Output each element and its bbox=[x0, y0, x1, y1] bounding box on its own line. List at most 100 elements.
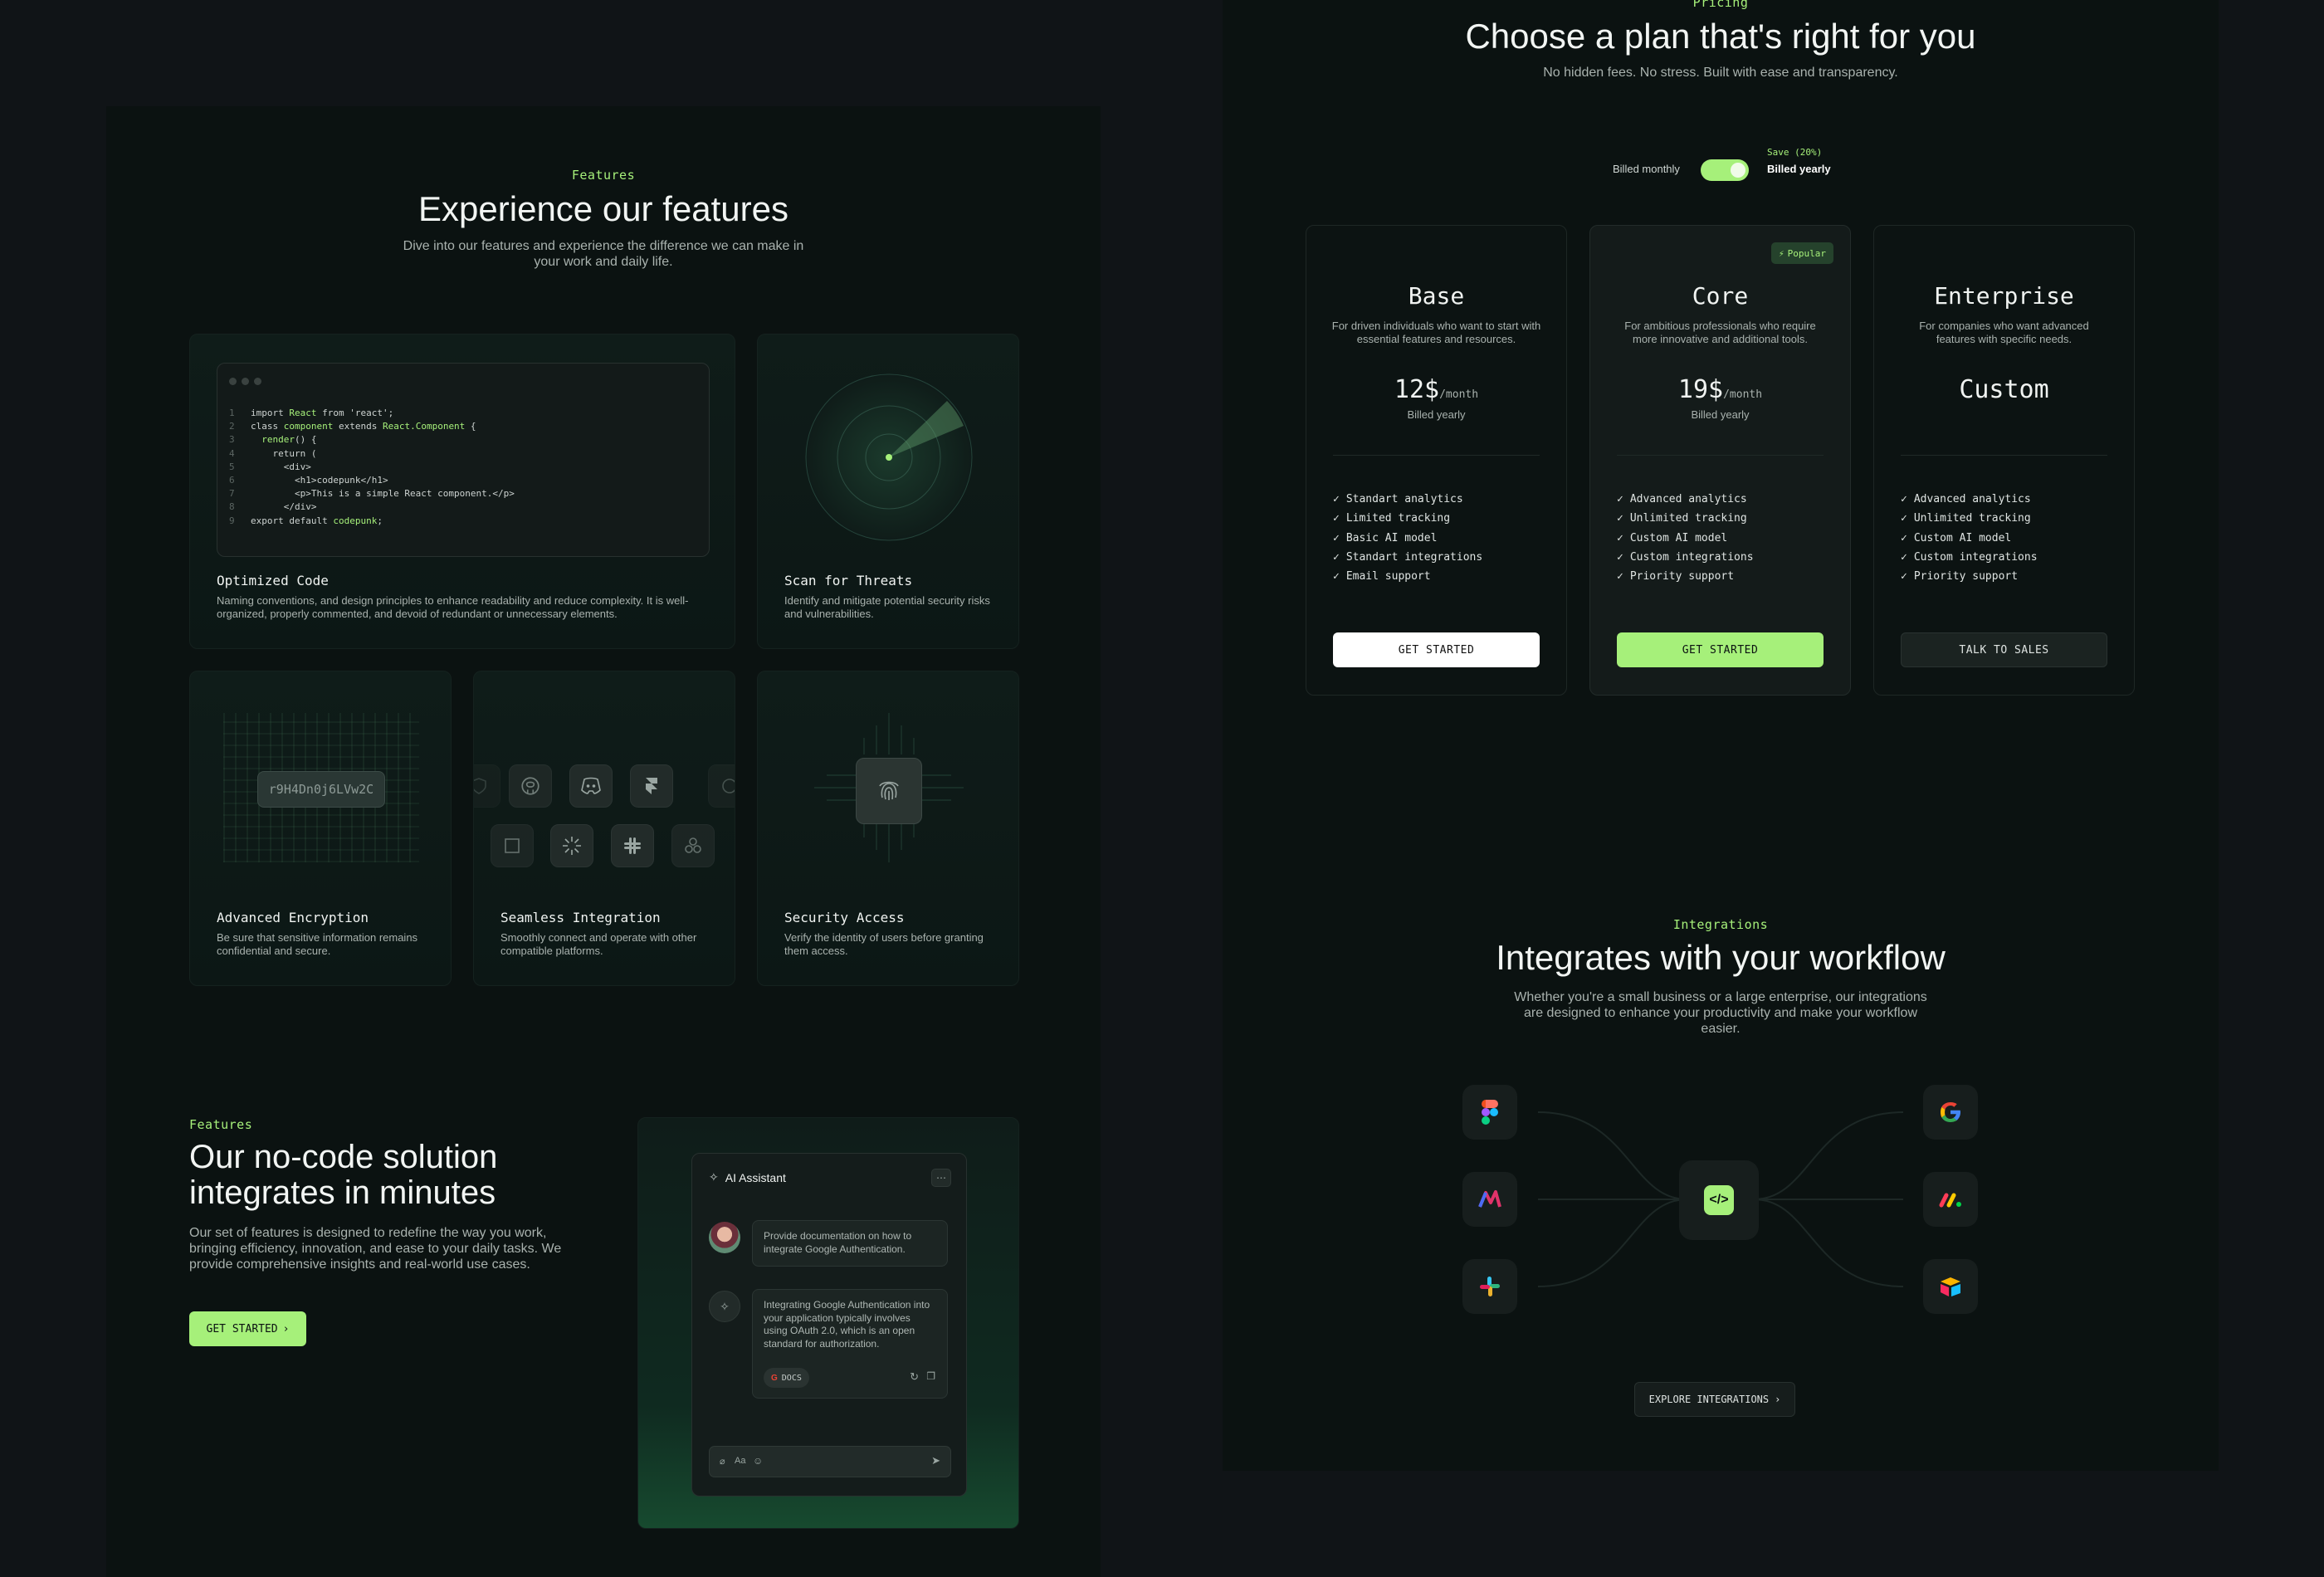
google-icon[interactable] bbox=[1923, 1085, 1978, 1140]
burst-icon bbox=[550, 824, 593, 867]
code-token: </div> bbox=[251, 501, 317, 513]
code-token: from 'react'; bbox=[316, 408, 394, 418]
monday-like-icon[interactable] bbox=[1462, 1172, 1517, 1227]
features-title: Experience our features bbox=[418, 189, 788, 228]
plan-name: Enterprise bbox=[1934, 282, 2074, 310]
feature-item: Custom AI model bbox=[1617, 529, 1754, 548]
popular-badge: ⚡ Popular bbox=[1771, 242, 1833, 264]
figma-icon[interactable] bbox=[1462, 1085, 1517, 1140]
line-number: 2 bbox=[229, 421, 235, 432]
bot-message: Integrating Google Authentication into y… bbox=[752, 1289, 948, 1399]
code-token: import bbox=[251, 408, 290, 418]
code-line: 6 <h1>codepunk</h1> bbox=[229, 474, 515, 487]
line-number: 3 bbox=[229, 434, 235, 446]
nocode-title: Our no-code solution integrates in minut… bbox=[189, 1140, 497, 1211]
card-title: Optimized Code bbox=[217, 573, 329, 588]
nocode-get-started-button[interactable]: GET STARTED › bbox=[189, 1311, 306, 1346]
card-title: Security Access bbox=[784, 910, 905, 925]
card-title: Advanced Encryption bbox=[217, 910, 369, 925]
divider bbox=[1333, 455, 1540, 456]
feature-card-optimized-code: 1 import React from 'react'; 2 class compon… bbox=[189, 334, 735, 649]
save-badge: Save (20%) bbox=[1767, 147, 1823, 158]
line-number: 4 bbox=[229, 447, 235, 459]
ai-assistant-window: ✧ AI Assistant ⋯ Provide documentation o… bbox=[691, 1153, 967, 1496]
feature-item: Advanced analytics bbox=[1617, 490, 1754, 509]
format-text-icon[interactable]: Aa bbox=[735, 1456, 745, 1466]
line-number: 7 bbox=[229, 488, 235, 500]
plan-card-core: ⚡ Popular Core For ambitious professional… bbox=[1589, 225, 1851, 696]
feature-item: Unlimited tracking bbox=[1901, 509, 2038, 528]
chat-input[interactable]: ⌀ Aa ☺ ➤ bbox=[709, 1446, 951, 1477]
code-token: extends bbox=[333, 421, 383, 432]
plan-desc: For ambitious professionals who require … bbox=[1624, 320, 1816, 346]
nocode-title-line: integrates in minutes bbox=[189, 1174, 496, 1211]
plan-billing: Billed yearly bbox=[1691, 408, 1750, 421]
card-title: Scan for Threats bbox=[784, 573, 913, 588]
user-message: Provide documentation on how to integrat… bbox=[752, 1220, 948, 1267]
card-title: Seamless Integration bbox=[500, 910, 661, 925]
base-get-started-button[interactable]: GET STARTED bbox=[1333, 632, 1540, 667]
price-period: /month bbox=[1723, 388, 1763, 401]
refresh-icon[interactable]: ↻ bbox=[910, 1370, 919, 1384]
plan-price: Custom bbox=[1959, 375, 2049, 404]
github-icon bbox=[509, 764, 552, 808]
feature-item: Custom integrations bbox=[1617, 548, 1754, 567]
bot-message-text: Integrating Google Authentication into y… bbox=[764, 1299, 930, 1350]
grid-app-icon bbox=[491, 824, 534, 867]
feature-item: Standart integrations bbox=[1333, 548, 1482, 567]
divider bbox=[1617, 455, 1824, 456]
assistant-title: AI Assistant bbox=[725, 1170, 786, 1184]
code-brackets-icon: </> bbox=[1704, 1185, 1734, 1215]
integrations-eyebrow: Integrations bbox=[1672, 917, 1769, 932]
slack-icon[interactable] bbox=[1462, 1259, 1517, 1314]
plan-features: Advanced analytics Unlimited tracking Cu… bbox=[1901, 490, 2038, 586]
feature-item: Basic AI model bbox=[1333, 529, 1482, 548]
billing-toggle[interactable] bbox=[1701, 159, 1749, 181]
features-panel: Features Experience our features Dive in… bbox=[106, 106, 1101, 1577]
card-desc: Be sure that sensitive information remai… bbox=[217, 931, 418, 958]
feature-item: Unlimited tracking bbox=[1617, 509, 1754, 528]
attach-icon[interactable]: ⌀ bbox=[720, 1456, 725, 1467]
billed-yearly-label[interactable]: Billed yearly bbox=[1767, 163, 1831, 175]
line-number: 6 bbox=[229, 475, 235, 486]
code-token: ; bbox=[377, 515, 383, 526]
copy-icon[interactable]: ❐ bbox=[926, 1370, 935, 1382]
plan-features: Advanced analytics Unlimited tracking Cu… bbox=[1617, 490, 1754, 586]
nocode-desc: Our set of features is designed to redef… bbox=[189, 1226, 562, 1272]
pricing-eyebrow: Pricing bbox=[1692, 0, 1749, 10]
discord-icon bbox=[569, 764, 613, 808]
plan-price: 12$/month bbox=[1306, 375, 1566, 404]
core-get-started-button[interactable]: GET STARTED bbox=[1617, 632, 1824, 667]
plan-price: 19$/month bbox=[1590, 375, 1850, 404]
popular-label: Popular bbox=[1787, 247, 1826, 259]
send-icon[interactable]: ➤ bbox=[931, 1454, 940, 1467]
emoji-icon[interactable]: ☺ bbox=[753, 1455, 763, 1467]
radar-graphic bbox=[805, 374, 973, 541]
airtable-icon[interactable] bbox=[1923, 1259, 1978, 1314]
framer-icon bbox=[630, 764, 673, 808]
more-options-button[interactable]: ⋯ bbox=[931, 1169, 951, 1187]
button-label: GET STARTED bbox=[206, 1322, 278, 1335]
plan-desc: For companies who want advanced features… bbox=[1919, 320, 2089, 346]
explore-integrations-button[interactable]: EXPLORE INTEGRATIONS › bbox=[1634, 1382, 1795, 1417]
button-label: EXPLORE INTEGRATIONS bbox=[1648, 1394, 1770, 1405]
line-number: 9 bbox=[229, 515, 235, 526]
code-line: 8 </div> bbox=[229, 500, 515, 514]
features-subtitle: Dive into our features and experience th… bbox=[403, 239, 804, 270]
code-token: React bbox=[289, 408, 317, 418]
billed-monthly-label[interactable]: Billed monthly bbox=[1613, 163, 1680, 175]
pricing-subtitle: No hidden fees. No stress. Built with ea… bbox=[1543, 66, 1898, 80]
docs-chip[interactable]: G DOCS bbox=[764, 1368, 809, 1388]
code-token: codepunk bbox=[333, 515, 378, 526]
pricing-integrations-panel: Pricing Choose a plan that's right for y… bbox=[1223, 0, 2219, 1471]
code-line: 3 render() { bbox=[229, 433, 515, 447]
feature-item: Advanced analytics bbox=[1901, 490, 2038, 509]
feature-card-integration: Seamless Integration Smoothly connect an… bbox=[473, 671, 735, 986]
slack-icon bbox=[611, 824, 654, 867]
code-window: 1 import React from 'react'; 2 class compon… bbox=[217, 363, 710, 557]
docs-label: DOCS bbox=[781, 1373, 802, 1383]
monday-icon[interactable] bbox=[1923, 1172, 1978, 1227]
window-dots bbox=[229, 374, 266, 389]
plan-card-base: Base For driven individuals who want to … bbox=[1306, 225, 1567, 696]
talk-to-sales-button[interactable]: TALK TO SALES bbox=[1901, 632, 2107, 667]
